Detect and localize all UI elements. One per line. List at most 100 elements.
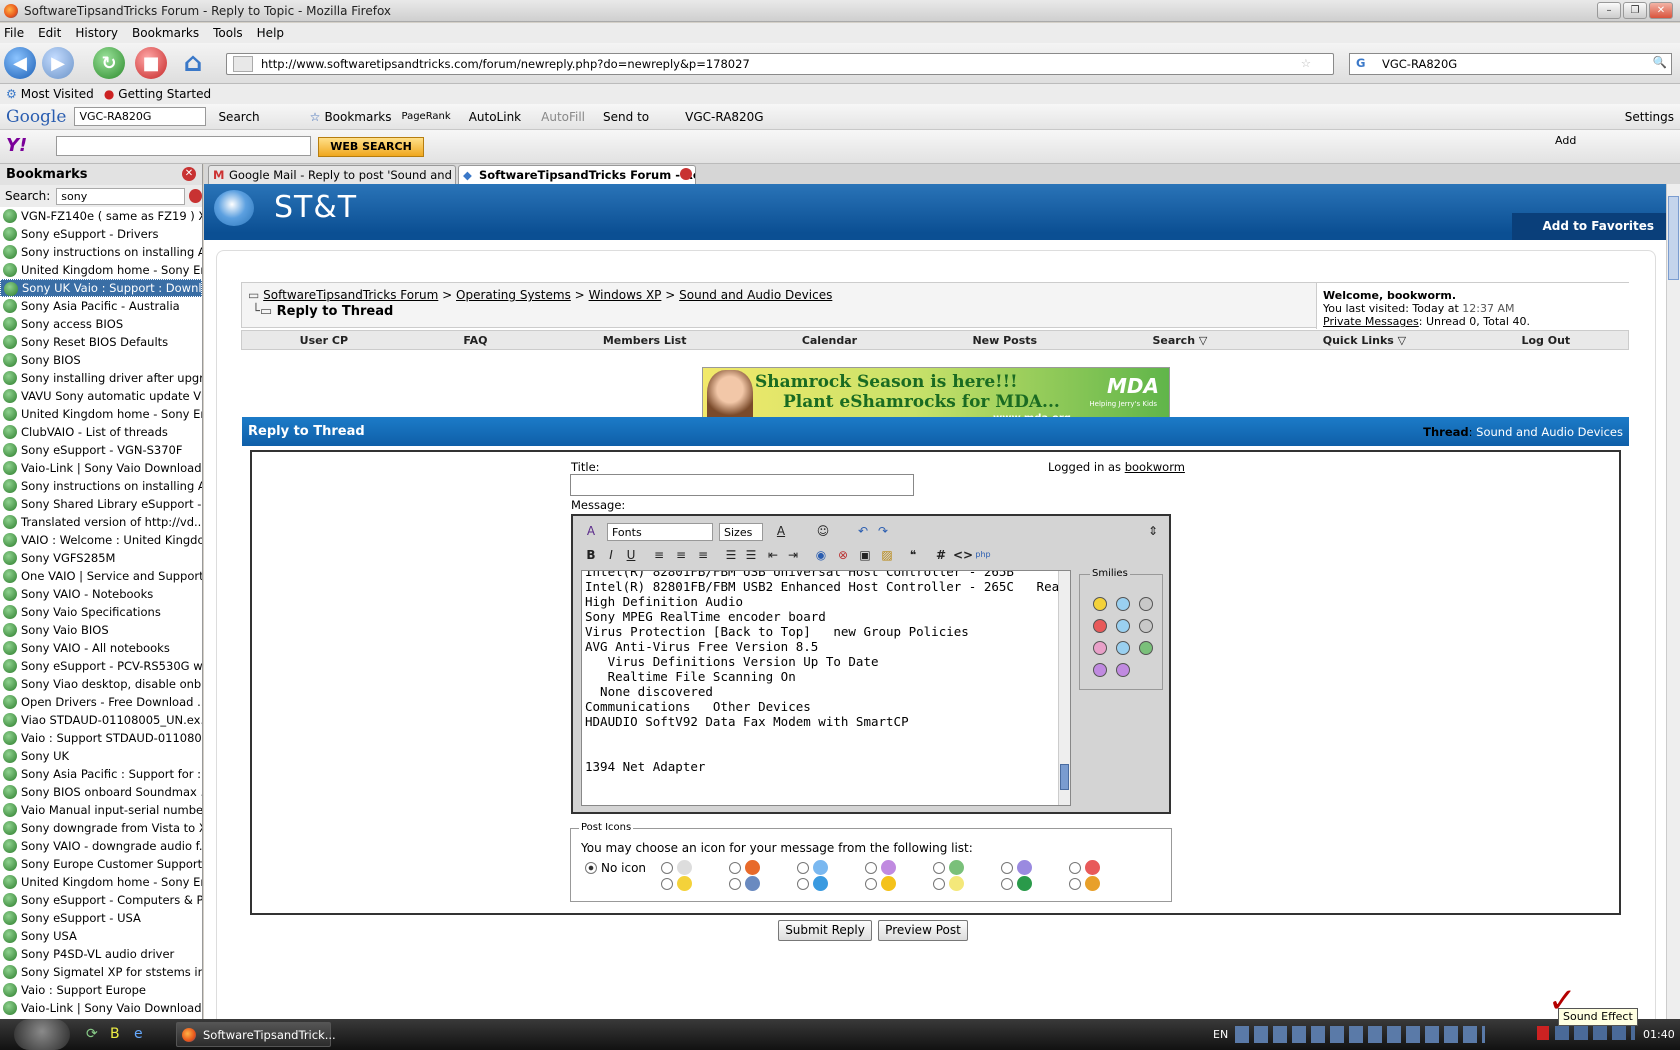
web-search-button[interactable]: WEB SEARCH: [318, 137, 424, 157]
close-tab-icon[interactable]: [680, 168, 692, 180]
list-item[interactable]: Sony instructions on installing A...: [0, 243, 202, 261]
send-to-button[interactable]: Send to: [603, 110, 649, 124]
list-item[interactable]: Sony Vaio BIOS: [0, 621, 202, 639]
page-scroll-thumb[interactable]: [1668, 196, 1679, 280]
insert-link-icon[interactable]: ◉: [813, 547, 829, 563]
list-item[interactable]: Sony Viao desktop, disable onb...: [0, 675, 202, 693]
resize-icon[interactable]: ⇕: [1145, 523, 1161, 539]
list-item[interactable]: One VAIO | Service and Support: [0, 567, 202, 585]
yahoo-add-button[interactable]: Add: [1555, 134, 1576, 147]
back-button[interactable]: ◀: [4, 47, 36, 79]
list-item[interactable]: ClubVAIO - List of threads: [0, 423, 202, 441]
list-item[interactable]: Sony eSupport - PCV-RS530G w...: [0, 657, 202, 675]
remove-link-icon[interactable]: ⊗: [835, 547, 851, 563]
list-item[interactable]: Sony instructions on installing A...: [0, 477, 202, 495]
quicklaunch-icon[interactable]: B: [110, 1026, 120, 1042]
ordered-list-icon[interactable]: ☰: [723, 547, 739, 563]
nav-members-list[interactable]: Members List: [603, 334, 687, 347]
smilie-icon[interactable]: [1116, 663, 1130, 677]
menu-help[interactable]: Help: [257, 26, 284, 40]
taskbar-firefox-button[interactable]: SoftwareTipsandTrick...: [176, 1022, 336, 1047]
list-item[interactable]: Sony VAIO - Notebooks: [0, 585, 202, 603]
quicklaunch-icon[interactable]: ⟳: [86, 1026, 98, 1042]
smilie-menu-icon[interactable]: ☺: [815, 523, 831, 539]
font-select[interactable]: Fonts: [607, 523, 713, 541]
list-item[interactable]: Sony BIOS: [0, 351, 202, 369]
language-indicator[interactable]: EN: [1213, 1028, 1228, 1041]
list-item[interactable]: Viao STDAUD-01108005_UN.ex...: [0, 711, 202, 729]
tray-icons[interactable]: [1235, 1026, 1485, 1043]
list-item[interactable]: Sony Reset BIOS Defaults: [0, 333, 202, 351]
autofill-button[interactable]: AutoFill: [541, 110, 585, 124]
smilie-icon[interactable]: [1093, 663, 1107, 677]
user-link[interactable]: bookworm: [1125, 460, 1185, 474]
post-icon-radio[interactable]: [1001, 862, 1013, 874]
smilie-icon[interactable]: [1093, 597, 1107, 611]
forward-button[interactable]: ▶: [42, 47, 74, 79]
list-item[interactable]: Vaio : Support Europe: [0, 981, 202, 999]
list-item[interactable]: Sony eSupport - Computers & P...: [0, 891, 202, 909]
menu-tools[interactable]: Tools: [213, 26, 243, 40]
getting-started-link[interactable]: Getting Started: [118, 87, 211, 101]
smilie-icon[interactable]: [1139, 619, 1153, 633]
close-window-button[interactable]: ✕: [1649, 2, 1673, 19]
list-item[interactable]: VAVU Sony automatic update Vi...: [0, 387, 202, 405]
size-select[interactable]: Sizes: [719, 523, 763, 541]
post-icon-radio[interactable]: [1069, 878, 1081, 890]
list-item[interactable]: Vaio-Link | Sony Vaio Download...: [0, 459, 202, 477]
list-item[interactable]: Sony Europe Customer Support...: [0, 855, 202, 873]
google-search-input[interactable]: VGC-RA820G: [74, 107, 207, 126]
stop-button[interactable]: ■: [135, 47, 167, 79]
smilie-icon[interactable]: [1139, 641, 1153, 655]
list-item[interactable]: Sony installing driver after upgr...: [0, 369, 202, 387]
italic-icon[interactable]: I: [603, 547, 619, 563]
textarea-scrollbar[interactable]: [1058, 571, 1070, 805]
thread-name[interactable]: Sound and Audio Devices: [1476, 425, 1623, 439]
list-item[interactable]: Sony VAIO - All notebooks: [0, 639, 202, 657]
list-item[interactable]: Sony Asia Pacific : Support for :...: [0, 765, 202, 783]
highlight-term-button[interactable]: VGC-RA820G: [685, 110, 763, 124]
list-item[interactable]: Vaio Manual input-serial number: [0, 801, 202, 819]
nav-quick-links[interactable]: Quick Links ▽: [1323, 334, 1406, 347]
google-bookmarks-button[interactable]: Bookmarks: [324, 110, 391, 124]
search-icon[interactable]: 🔍: [1653, 55, 1667, 69]
add-to-favorites-button[interactable]: Add to Favorites: [1512, 213, 1666, 240]
list-item[interactable]: Sony downgrade from Vista to XP: [0, 819, 202, 837]
post-icon-radio[interactable]: [865, 862, 877, 874]
tab-forum[interactable]: ◆ SoftwareTipsandTricks Forum - Re...: [458, 165, 696, 184]
code-hash-icon[interactable]: #: [933, 547, 949, 563]
align-center-icon[interactable]: ≡: [673, 547, 689, 563]
bookmark-star-icon[interactable]: ☆: [310, 110, 321, 124]
autolink-button[interactable]: AutoLink: [469, 110, 521, 124]
list-item[interactable]: VAIO : Welcome : United Kingdom: [0, 531, 202, 549]
list-item[interactable]: Sony UK Vaio : Support : Downl...: [0, 279, 202, 297]
quote-icon[interactable]: ❝: [905, 547, 921, 563]
tray-icons-2[interactable]: [1555, 1026, 1635, 1040]
nav-faq[interactable]: FAQ: [463, 334, 487, 347]
reload-button[interactable]: ↻: [93, 47, 125, 79]
align-left-icon[interactable]: ≡: [651, 547, 667, 563]
smilie-icon[interactable]: [1139, 597, 1153, 611]
nav-calendar[interactable]: Calendar: [802, 334, 857, 347]
most-visited-link[interactable]: Most Visited: [21, 87, 94, 101]
underline-icon[interactable]: U: [623, 547, 639, 563]
smilie-icon[interactable]: [1116, 597, 1130, 611]
list-item[interactable]: Sony Sigmatel XP for ststems in...: [0, 963, 202, 981]
text-color-icon[interactable]: A: [773, 523, 789, 539]
menu-edit[interactable]: Edit: [38, 26, 61, 40]
smilie-icon[interactable]: [1116, 641, 1130, 655]
unordered-list-icon[interactable]: ☰: [743, 547, 759, 563]
post-icon-radio[interactable]: [661, 862, 673, 874]
list-item[interactable]: United Kingdom home - Sony Eri...: [0, 405, 202, 423]
align-right-icon[interactable]: ≡: [695, 547, 711, 563]
message-textarea[interactable]: Intel(R) 82801FB/FBM USB Universal Host …: [581, 570, 1071, 806]
list-item[interactable]: Sony USA: [0, 927, 202, 945]
bold-icon[interactable]: B: [583, 547, 599, 563]
post-icon-radio[interactable]: [933, 878, 945, 890]
breadcrumb-windows-xp[interactable]: Windows XP: [589, 288, 662, 302]
breadcrumb-operating-systems[interactable]: Operating Systems: [456, 288, 571, 302]
redo-icon[interactable]: ↷: [875, 523, 891, 539]
sidebar-search-input[interactable]: sony: [56, 187, 186, 205]
list-item[interactable]: Open Drivers - Free Download ...: [0, 693, 202, 711]
menu-file[interactable]: File: [4, 26, 24, 40]
